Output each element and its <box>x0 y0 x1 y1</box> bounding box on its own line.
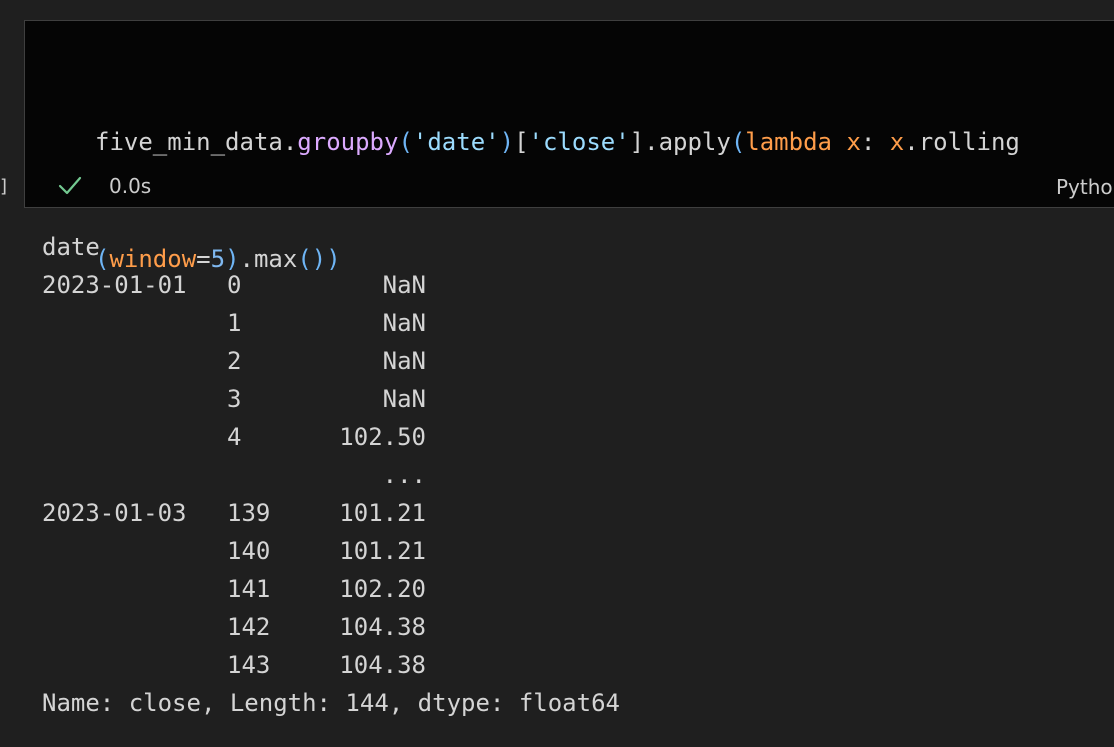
output-row: 142 104.38 <box>42 608 620 646</box>
code-token-param: x <box>889 128 905 156</box>
output-row: 2023-01-03 139 101.21 <box>42 494 620 532</box>
row-index: 1 <box>227 309 242 337</box>
output-footer: Name: close, Length: 144, dtype: float64 <box>42 689 620 717</box>
code-token-punct: : <box>860 128 890 156</box>
row-index: 140 <box>227 537 271 565</box>
index-name-label: date <box>42 233 100 261</box>
output-row: 4 102.50 <box>42 418 620 456</box>
output-row: ... <box>42 456 620 494</box>
row-value: 102.20 <box>339 575 426 603</box>
output-row: 2 NaN <box>42 342 620 380</box>
execution-count-bracket: ] <box>0 176 8 197</box>
row-value: NaN <box>382 347 426 375</box>
code-token-punct: . <box>644 128 659 156</box>
code-token-param: x <box>846 128 861 156</box>
code-token-bracket: [ <box>514 128 529 156</box>
code-token-punct <box>832 128 846 156</box>
code-token-paren: ( <box>398 128 413 156</box>
output-row: 2023-01-01 0 NaN <box>42 266 620 304</box>
code-token-bracket: ] <box>629 128 645 156</box>
output-row: 140 101.21 <box>42 532 620 570</box>
row-value: 101.21 <box>339 537 426 565</box>
output-row: 143 104.38 <box>42 646 620 684</box>
code-token-paren: ) <box>499 128 515 156</box>
code-line-1: five_min_data.groupby('date')['close'].a… <box>95 123 1020 162</box>
cell-output: date 2023-01-01 0 NaN 1 NaN 2 NaN 3 NaN 4 102.50..… <box>42 228 620 722</box>
code-token-ident: .rolling <box>904 128 1020 156</box>
row-value: 102.50 <box>339 423 426 451</box>
output-row: 141 102.20 <box>42 570 620 608</box>
code-token-string: 'date' <box>412 128 500 156</box>
row-index: 143 <box>227 651 271 679</box>
row-index: 3 <box>227 385 242 413</box>
code-token-ident: five_min_data <box>95 128 283 156</box>
row-index: 142 <box>227 613 271 641</box>
code-token-paren: ( <box>730 128 746 156</box>
code-token-keyword: lambda <box>745 128 832 156</box>
row-date: 2023-01-01 <box>42 271 187 299</box>
row-index: 0 <box>227 271 242 299</box>
code-token-ident: apply <box>658 128 731 156</box>
row-value: NaN <box>382 385 426 413</box>
code-cell[interactable]: five_min_data.groupby('date')['close'].a… <box>24 20 1114 273</box>
output-row: 3 NaN <box>42 380 620 418</box>
row-index: 2 <box>227 347 242 375</box>
row-value: 104.38 <box>339 651 426 679</box>
code-token-method: groupby <box>297 128 399 156</box>
check-icon <box>57 173 83 199</box>
execution-time: 0.0s <box>109 174 152 198</box>
row-index: 141 <box>227 575 271 603</box>
output-header: date <box>42 228 620 266</box>
row-index: 4 <box>227 423 242 451</box>
code-token-punct: . <box>282 128 298 156</box>
row-value: 101.21 <box>339 499 426 527</box>
row-value: 104.38 <box>339 613 426 641</box>
kernel-language-label[interactable]: Python <box>1056 175 1114 199</box>
output-row: 1 NaN <box>42 304 620 342</box>
output-rows: 2023-01-01 0 NaN 1 NaN 2 NaN 3 NaN 4 102.50... 2023… <box>42 266 620 684</box>
code-token-string: 'close' <box>528 128 630 156</box>
cell-status: 0.0s <box>57 171 151 201</box>
row-index: 139 <box>227 499 271 527</box>
row-value: ... <box>382 461 426 489</box>
row-date: 2023-01-03 <box>42 499 187 527</box>
row-value: NaN <box>382 309 426 337</box>
row-value: NaN <box>382 271 426 299</box>
